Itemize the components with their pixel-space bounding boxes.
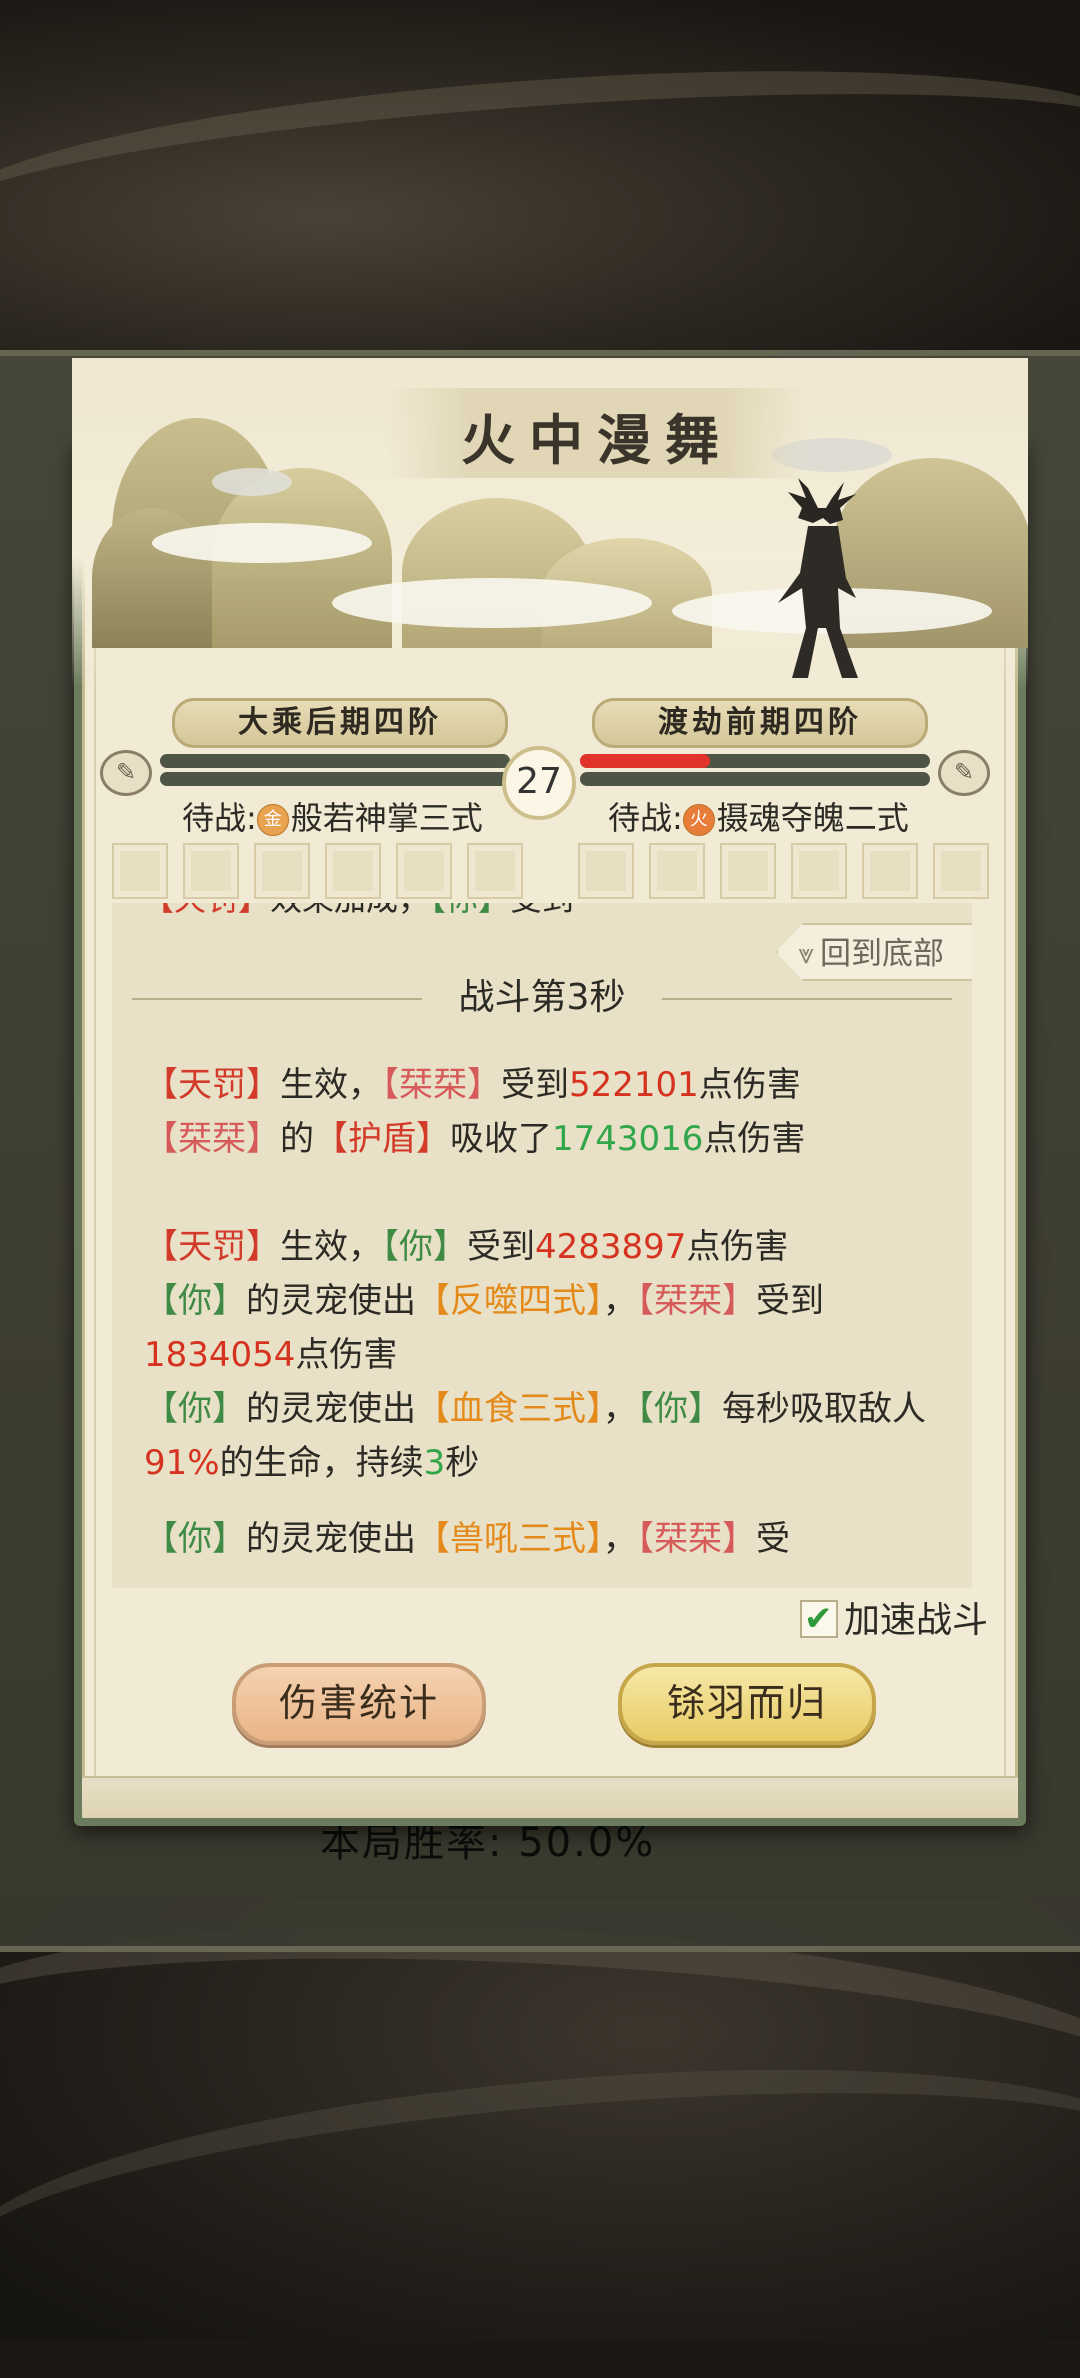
speed-up-label: 加速战斗 (843, 1600, 988, 1641)
retreat-button[interactable]: 铩羽而归 (618, 1663, 876, 1745)
fire-element-icon: 火 (682, 804, 715, 836)
log-text-segment: 点伤害 (686, 1227, 789, 1267)
waiting-label: 待战: (182, 799, 257, 837)
speed-up-toggle[interactable]: 加速战斗 (799, 1596, 988, 1644)
buff-slot (467, 843, 523, 899)
player-hp-bar (160, 754, 510, 768)
log-text-segment: 【你】 (637, 1389, 722, 1429)
buff-slot (933, 843, 989, 899)
log-entry: 【栞栞】的【护盾】吸收了1743016点伤害 (144, 1112, 944, 1166)
back-to-bottom-label: 回到底部 (820, 936, 944, 972)
buff-slot (112, 843, 168, 899)
log-text-segment: 【你】 (144, 1389, 246, 1429)
log-text-segment: ， (603, 1389, 637, 1429)
buff-slot (578, 843, 634, 899)
log-text-segment: 的生命，持续 (219, 1443, 424, 1483)
buff-slot (862, 843, 918, 899)
round-timer: 27 (502, 746, 576, 820)
log-entry: 【你】的灵宠使出【血食三式】，【你】每秒吸取敌人91%的生命，持续3秒 (144, 1382, 944, 1490)
log-body: 【天罚】生效，【栞栞】受到522101点伤害 【栞栞】的【护盾】吸收了174301… (144, 1058, 944, 1566)
log-text-segment: 【血食三式】 (416, 1389, 603, 1429)
log-text-segment: 点伤害 (703, 1119, 806, 1159)
log-entry: 【天罚】生效，【你】受到4283897点伤害 (144, 1220, 944, 1274)
log-text-segment: 【兽吼三式】 (416, 1519, 603, 1559)
back-to-bottom-button[interactable]: ⩔ 回到底部 (776, 923, 972, 981)
log-entry: 【你】的灵宠使出【反噬四式】，【栞栞】受到 1834054点伤害 (144, 1274, 944, 1382)
log-text-segment: 受 (756, 1519, 790, 1559)
log-text-segment: 【天罚】 (144, 1227, 280, 1267)
log-text-segment: 【天罚】 (144, 1065, 280, 1105)
player-rank-plate: 大乘后期四阶 (172, 698, 508, 748)
buff-slot (325, 843, 381, 899)
buff-slot (720, 843, 776, 899)
player-skill-name: 般若神掌三式 (290, 799, 483, 837)
player-hp-row: ✎ (100, 750, 530, 796)
log-text-segment: 3 (423, 1443, 446, 1483)
enemy-waiting-skill: 待战: 火摄魂夺魄二式 (608, 793, 909, 843)
enemy-hp-bar (580, 754, 930, 768)
enemy-avatar-button[interactable]: ✎ (938, 750, 990, 796)
log-text-segment: 秒 (445, 1443, 480, 1483)
log-text-segment: 每秒吸取敌人 (722, 1389, 926, 1429)
player-shield-bar (160, 772, 510, 786)
enemy-skill-name: 摄魂夺魄二式 (716, 799, 909, 837)
log-text-segment: 生效， (280, 1227, 382, 1267)
log-text-segment: 点伤害 (295, 1335, 398, 1375)
enemy-demon-figure (778, 478, 858, 678)
log-text-segment: 1834054 (144, 1335, 296, 1375)
log-text-segment: 的灵宠使出 (246, 1519, 416, 1559)
log-text-segment: 【栞栞】 (637, 1281, 756, 1321)
log-text-segment: 受到 (756, 1281, 824, 1321)
title-plaque: 火中漫舞 (387, 388, 807, 478)
log-text-segment: 生效， (280, 1065, 382, 1105)
log-text-segment: 的灵宠使出 (246, 1281, 416, 1321)
log-text-segment: 的 (280, 1119, 314, 1159)
log-text-segment: 点伤害 (698, 1065, 801, 1105)
log-text-segment: 吸收了 (450, 1119, 552, 1159)
log-text-segment: 【反噬四式】 (416, 1281, 603, 1321)
log-text-segment: ， (603, 1281, 637, 1321)
buff-slot (183, 843, 239, 899)
log-text-segment: 522101 (569, 1065, 699, 1105)
waiting-label: 待战: (608, 799, 683, 837)
log-text-segment: 【你】 (144, 1519, 246, 1559)
enemy-rank-plate: 渡劫前期四阶 (592, 698, 928, 748)
damage-stats-button[interactable]: 伤害统计 (232, 1663, 486, 1745)
log-text-segment: 受到 (467, 1227, 535, 1267)
log-text-segment: 【你】 (144, 1281, 246, 1321)
checkbox-checked-icon[interactable] (799, 1596, 838, 1642)
log-text-segment: 91% (144, 1443, 220, 1483)
log-text-segment: 1743016 (552, 1119, 704, 1159)
log-entry: 【天罚】生效，【栞栞】受到522101点伤害 (144, 1058, 944, 1112)
log-text-segment: 的灵宠使出 (246, 1389, 416, 1429)
landscape-banner: 火中漫舞 (72, 358, 1028, 688)
dialog-bottom-band (82, 1776, 1018, 1818)
battle-dialog: 火中漫舞 大乘后期四阶 渡劫前期四阶 ✎ ✎ 27 待战: 金般若神掌三式 待战:… (72, 358, 1028, 1826)
enemy-buff-slots (578, 843, 989, 903)
battle-title: 火中漫舞 (461, 408, 733, 472)
player-buff-slots (112, 843, 523, 903)
buff-slot (396, 843, 452, 899)
metal-element-icon: 金 (256, 804, 289, 836)
enemy-hp-row: ✎ (560, 750, 990, 796)
double-chevron-down-icon: ⩔ (798, 937, 814, 970)
player-waiting-skill: 待战: 金般若神掌三式 (182, 793, 483, 843)
log-text-segment: 4283897 (535, 1227, 687, 1267)
log-text-segment: 【栞栞】 (144, 1119, 280, 1159)
combat-log[interactable]: 【天罚】效果加成，【你】受到 战斗第3秒 ⩔回到底部 【天罚】生效，【栞栞】受到… (112, 903, 972, 1588)
buff-slot (649, 843, 705, 899)
player-avatar-button[interactable]: ✎ (100, 750, 152, 796)
log-text-segment: 【栞栞】 (382, 1065, 501, 1105)
log-text-segment: 【护盾】 (314, 1119, 450, 1159)
buff-slot (791, 843, 847, 899)
log-text-segment: ， (603, 1519, 637, 1559)
log-text-segment: 受到 (501, 1065, 569, 1105)
enemy-shield-bar (580, 772, 930, 786)
log-text-segment: 【你】 (382, 1227, 467, 1267)
buff-slot (254, 843, 310, 899)
log-text-segment: 【栞栞】 (637, 1519, 756, 1559)
